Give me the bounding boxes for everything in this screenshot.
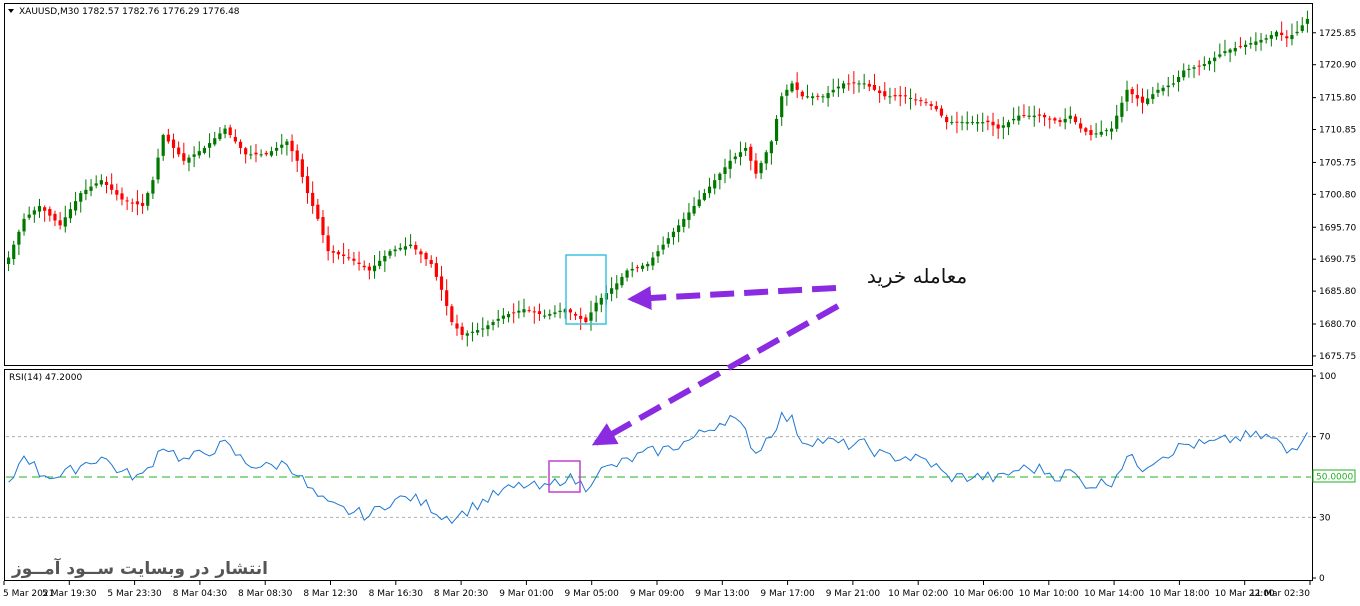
price-tick-label: 1695.70: [1319, 223, 1356, 233]
time-tick-label: 9 Mar 01:00: [499, 589, 554, 599]
time-tick-label: 8 Mar 04:30: [173, 589, 228, 599]
time-tick-label: 10 Mar 14:00: [1084, 589, 1144, 599]
time-tick-label: 9 Mar 17:00: [760, 589, 815, 599]
price-tick-label: 1680.70: [1319, 320, 1356, 330]
time-tick-label: 8 Mar 20:30: [434, 589, 489, 599]
price-tick-label: 1710.85: [1319, 126, 1356, 136]
time-tick-label: 9 Mar 05:00: [565, 589, 620, 599]
chart-canvas: XAUUSD,M30 1782.57 1782.76 1776.29 1776.…: [3, 3, 1356, 599]
time-axis: 5 Mar 20215 Mar 19:30 5 Mar 23:30 8 Mar 04…: [3, 581, 1311, 599]
rsi-tick-label: 30: [1319, 513, 1331, 523]
time-tick-label: 8 Mar 16:30: [369, 589, 424, 599]
price-tick-label: 1705.75: [1319, 158, 1356, 168]
price-tick-label: 1715.80: [1319, 94, 1356, 104]
time-tick-label: 5 Mar 23:30: [107, 589, 162, 599]
time-tick-label: 10 Mar 18:00: [1149, 589, 1209, 599]
watermark: انتشار در وبسایت ســود آمــوز: [11, 557, 268, 579]
rsi-level-label: 50.0000: [1316, 473, 1353, 483]
time-tick-label: 9 Mar 21:00: [826, 589, 881, 599]
rsi-tick-label: 0: [1319, 574, 1325, 584]
price-tick-label: 1700.80: [1319, 190, 1356, 200]
time-tick-label: 11 Mar 02:30: [1250, 589, 1310, 599]
time-tick-label: 9 Mar 13:00: [695, 589, 750, 599]
time-tick-label: 5 Mar 19:30: [42, 589, 97, 599]
candle: [774, 115, 779, 145]
time-tick-label: 8 Mar 12:30: [303, 589, 358, 599]
rsi-header: RSI(14) 47.2000: [9, 373, 82, 383]
price-pane-frame: [4, 3, 1313, 366]
price-tick-label: 1725.85: [1319, 29, 1356, 39]
rsi-tick-label: 70: [1319, 433, 1331, 443]
price-axis: 1725.85 1720.90 1715.80 1710.85 1705.75 1700.…: [1312, 29, 1356, 362]
price-tick-label: 1690.75: [1319, 255, 1356, 265]
time-tick-label: 10 Mar 10:00: [1019, 589, 1079, 599]
time-tick-label: 8 Mar 08:30: [238, 589, 293, 599]
price-tick-label: 1685.80: [1319, 287, 1356, 297]
time-tick-label: 10 Mar 02:00: [888, 589, 948, 599]
rsi-tick-label: 100: [1319, 372, 1336, 382]
buy-trade-label: معامله خرید: [867, 264, 967, 288]
price-tick-label: 1675.75: [1319, 352, 1356, 362]
price-tick-label: 1720.90: [1319, 61, 1356, 71]
time-tick-label: 10 Mar 06:00: [953, 589, 1013, 599]
time-tick-label: 9 Mar 09:00: [630, 589, 685, 599]
symbol-header: XAUUSD,M30 1782.57 1782.76 1776.29 1776.…: [19, 7, 240, 17]
